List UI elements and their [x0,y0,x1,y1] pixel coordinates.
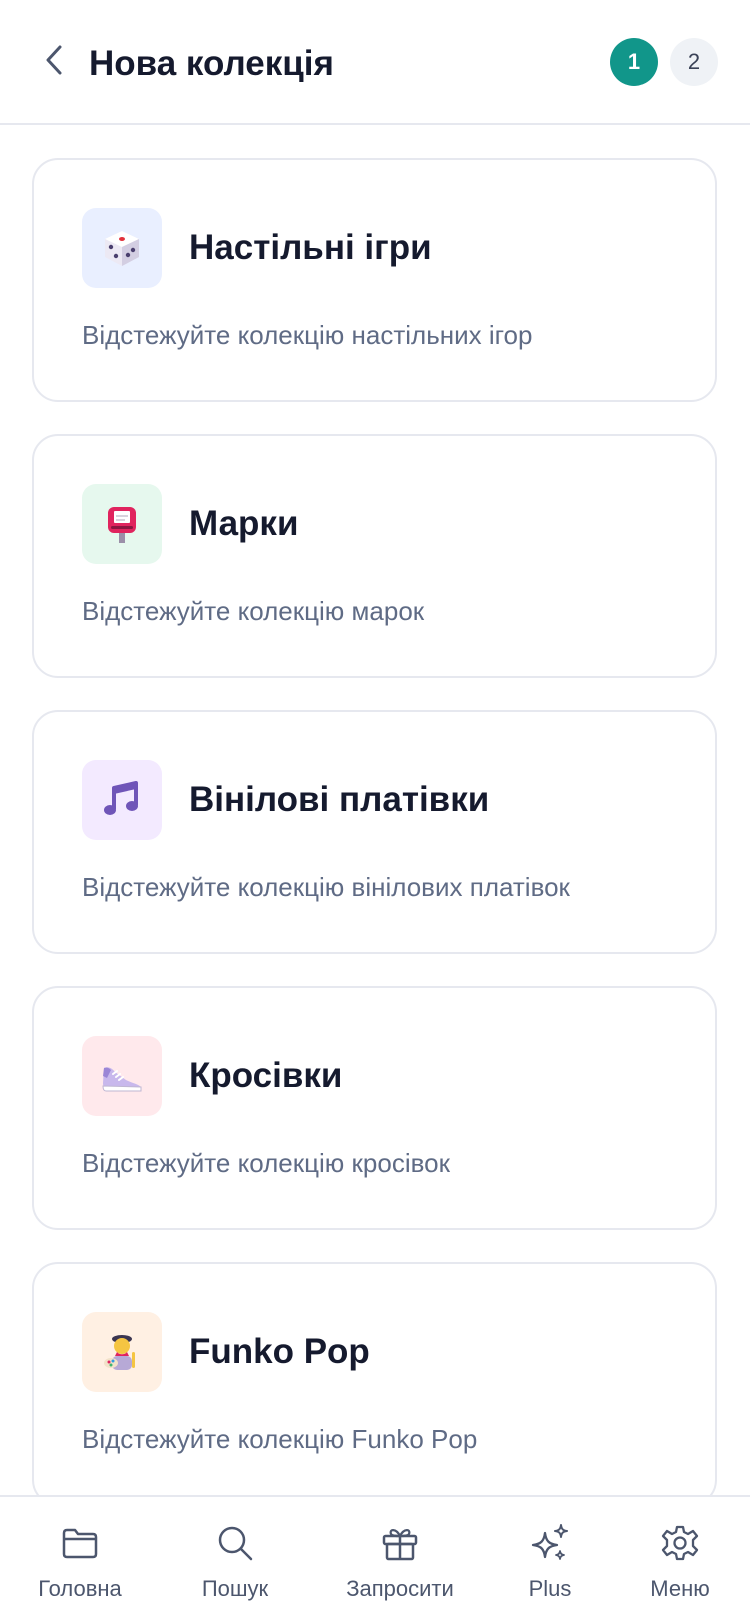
nav-label: Plus [528,1576,572,1601]
nav-item-home[interactable]: Головна [10,1497,150,1624]
back-button[interactable] [34,40,74,84]
card-title: Funko Pop [189,1332,370,1371]
search-icon [215,1523,255,1563]
nav-label: Меню [650,1576,710,1601]
bottom-navigation: Головна Пошук Запросити Plus Меню [0,1495,750,1624]
card-description: Відстежуйте колекцію кросівок [82,1148,450,1178]
nav-label: Пошук [201,1576,269,1601]
dice-icon [82,208,162,288]
card-title: Марки [189,504,299,543]
step-indicator-2: 2 [670,38,718,86]
card-description: Відстежуйте колекцію Funko Pop [82,1424,478,1454]
chevron-left-icon [41,43,67,82]
nav-item-search[interactable]: Пошук [165,1497,305,1624]
folder-icon [60,1523,100,1563]
page-title: Нова колекція [89,44,334,83]
card-description: Відстежуйте колекцію вінілових платівок [82,872,570,902]
collection-card-board-games[interactable]: Настільні ігри Відстежуйте колекцію наст… [32,158,717,402]
gift-icon [380,1523,420,1563]
nav-item-menu[interactable]: Меню [610,1497,750,1624]
card-description: Відстежуйте колекцію настільних ігор [82,320,533,350]
figure-icon [82,1312,162,1392]
postbox-icon [82,484,162,564]
app-root: Нова колекція 1 2 Настільні ігри Відстеж… [0,0,750,1624]
collection-type-list: Настільні ігри Відстежуйте колекцію наст… [0,125,750,1495]
nav-label: Головна [38,1576,122,1601]
music-note-icon [82,760,162,840]
sneaker-icon [82,1036,162,1116]
card-title: Вінілові платівки [189,780,490,819]
nav-item-plus[interactable]: Plus [480,1497,620,1624]
gear-icon [660,1523,700,1563]
sparkles-icon [530,1523,570,1563]
step-indicator-1: 1 [610,38,658,86]
card-description: Відстежуйте колекцію марок [82,596,425,626]
collection-card-stamps[interactable]: Марки Відстежуйте колекцію марок [32,434,717,678]
collection-card-funko-pop[interactable]: Funko Pop Відстежуйте колекцію Funko Pop [32,1262,717,1495]
nav-item-invite[interactable]: Запросити [330,1497,470,1624]
header: Нова колекція 1 2 [0,0,750,125]
collection-card-vinyl[interactable]: Вінілові платівки Відстежуйте колекцію в… [32,710,717,954]
nav-label: Запросити [346,1576,454,1601]
card-title: Настільні ігри [189,228,432,267]
card-title: Кросівки [189,1056,343,1095]
collection-card-sneakers[interactable]: Кросівки Відстежуйте колекцію кросівок [32,986,717,1230]
